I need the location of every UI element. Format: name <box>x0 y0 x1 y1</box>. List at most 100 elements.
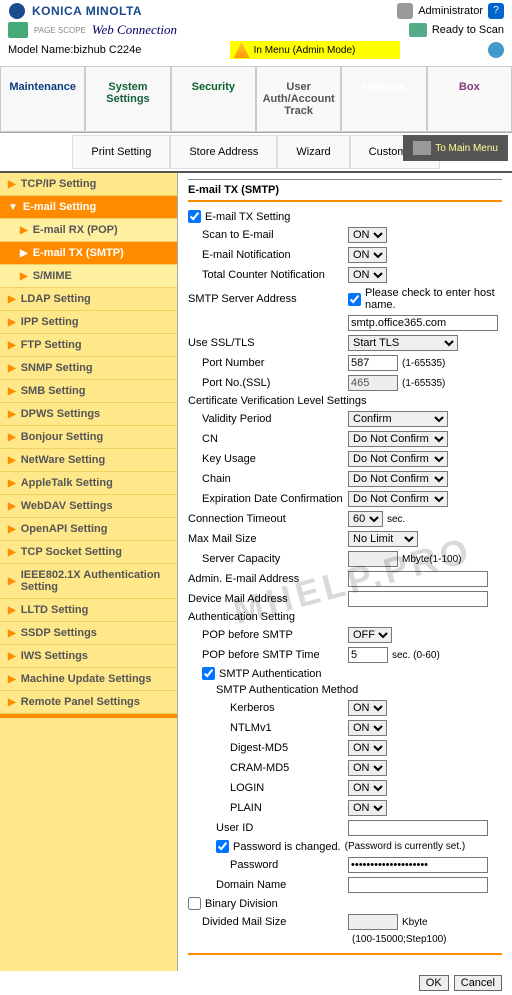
cn-select[interactable]: Do Not Confirm <box>348 431 448 447</box>
chevron-right-icon: ▶ <box>20 271 28 282</box>
sidebar-item[interactable]: ▶Bonjour Setting <box>0 426 177 449</box>
use-ssl-select[interactable]: Start TLS <box>348 335 458 351</box>
validity-period-select[interactable]: Confirm <box>348 411 448 427</box>
ok-button[interactable]: OK <box>419 975 449 991</box>
email-notification-select[interactable]: ON <box>348 247 387 263</box>
sidebar-item[interactable]: ▶TCP/IP Setting <box>0 173 177 196</box>
pop-time-input[interactable] <box>348 647 388 663</box>
password-input[interactable] <box>348 857 488 873</box>
to-main-menu-button[interactable]: To Main Menu <box>403 135 508 161</box>
sidebar-item[interactable]: ▶AppleTalk Setting <box>0 472 177 495</box>
mode-indicator: In Menu (Admin Mode) <box>230 41 400 59</box>
host-name-checkbox[interactable] <box>348 293 361 306</box>
tab-maintenance[interactable]: Maintenance <box>0 66 85 132</box>
model-label: Model Name: <box>8 44 73 56</box>
chevron-right-icon: ▶ <box>8 409 16 420</box>
model-value: bizhub C224e <box>73 44 141 56</box>
divided-mail-size-input <box>348 914 398 930</box>
sidebar-item[interactable]: ▶SSDP Settings <box>0 622 177 645</box>
device-mail-input[interactable] <box>348 591 488 607</box>
chevron-right-icon: ▶ <box>8 674 16 685</box>
max-mail-size-select[interactable]: No Limit <box>348 531 418 547</box>
help-icon[interactable]: ? <box>488 3 504 19</box>
chevron-right-icon: ▶ <box>8 547 16 558</box>
sidebar-subitem[interactable]: ▶S/MIME <box>0 265 177 288</box>
chevron-right-icon: ▶ <box>8 524 16 535</box>
tab-network[interactable]: Network <box>341 66 426 132</box>
sidebar-item[interactable]: ▶DPWS Settings <box>0 403 177 426</box>
sidebar-item[interactable]: ▶LLTD Setting <box>0 599 177 622</box>
sidebar-item[interactable]: ▶WebDAV Settings <box>0 495 177 518</box>
subtab-print-setting[interactable]: Print Setting <box>72 135 170 169</box>
chevron-right-icon: ▶ <box>8 576 16 587</box>
sidebar-item[interactable]: ▶Remote Panel Settings <box>0 691 177 714</box>
chevron-right-icon: ▶ <box>8 501 16 512</box>
chevron-right-icon: ▶ <box>8 605 16 616</box>
tab-user-auth[interactable]: User Auth/Account Track <box>256 66 341 132</box>
expiration-date-select[interactable]: Do Not Confirm <box>348 491 448 507</box>
page-title: E-mail TX (SMTP) <box>188 179 502 196</box>
chevron-right-icon: ▶ <box>8 478 16 489</box>
cram-select[interactable]: ON <box>348 760 387 776</box>
sidebar-item[interactable]: ▶FTP Setting <box>0 334 177 357</box>
pagescope-prefix: PAGE SCOPE <box>34 26 86 35</box>
cancel-button[interactable]: Cancel <box>454 975 502 991</box>
login-select[interactable]: ON <box>348 780 387 796</box>
sidebar-item[interactable]: ▶NetWare Setting <box>0 449 177 472</box>
plain-select[interactable]: ON <box>348 800 387 816</box>
chain-select[interactable]: Do Not Confirm <box>348 471 448 487</box>
sidebar-subitem[interactable]: ▶E-mail RX (POP) <box>0 219 177 242</box>
web-connection-title: Web Connection <box>92 22 177 38</box>
tab-security[interactable]: Security <box>171 66 256 132</box>
timeout-select[interactable]: 60 <box>348 511 383 527</box>
scan-to-email-select[interactable]: ON <box>348 227 387 243</box>
subtab-wizard[interactable]: Wizard <box>277 135 349 169</box>
sidebar-item[interactable]: ▶IPP Setting <box>0 311 177 334</box>
sidebar-item[interactable]: ▶SMB Setting <box>0 380 177 403</box>
warning-icon <box>234 42 250 58</box>
brand: KONICA MINOLTA <box>32 4 142 18</box>
password-changed-checkbox[interactable] <box>216 840 229 853</box>
sidebar-item[interactable]: ▶LDAP Setting <box>0 288 177 311</box>
sidebar-item[interactable]: ▶IWS Settings <box>0 645 177 668</box>
digest-select[interactable]: ON <box>348 740 387 756</box>
refresh-icon[interactable] <box>488 42 504 58</box>
sidebar-subitem[interactable]: ▶E-mail TX (SMTP) <box>0 242 177 265</box>
email-tx-setting-checkbox[interactable] <box>188 210 201 223</box>
sidebar-item[interactable]: ▶SNMP Setting <box>0 357 177 380</box>
binary-division-checkbox[interactable] <box>188 897 201 910</box>
chevron-right-icon: ▶ <box>8 340 16 351</box>
pop-before-smtp-select[interactable]: OFF <box>348 627 392 643</box>
sidebar-item[interactable]: ▼E-mail Setting <box>0 196 177 219</box>
port-number-input[interactable] <box>348 355 398 371</box>
ntlm-select[interactable]: ON <box>348 720 387 736</box>
admin-label: Administrator <box>418 5 483 17</box>
smtp-server-input[interactable] <box>348 315 498 331</box>
sidebar-item[interactable]: ▶IEEE802.1X Authentication Setting <box>0 564 177 599</box>
sidebar-item[interactable]: ▶Machine Update Settings <box>0 668 177 691</box>
scanner-icon <box>409 23 427 37</box>
user-id-input[interactable] <box>348 820 488 836</box>
sidebar-item[interactable]: ▶OpenAPI Setting <box>0 518 177 541</box>
smtp-auth-checkbox[interactable] <box>202 667 215 680</box>
chevron-right-icon: ▶ <box>20 225 28 236</box>
server-capacity-input <box>348 551 398 567</box>
sidebar-item[interactable]: ▶TCP Socket Setting <box>0 541 177 564</box>
key-usage-select[interactable]: Do Not Confirm <box>348 451 448 467</box>
mainmenu-icon <box>413 141 431 155</box>
chevron-right-icon: ▶ <box>8 386 16 397</box>
chevron-right-icon: ▶ <box>8 179 16 190</box>
tab-box[interactable]: Box <box>427 66 512 132</box>
total-counter-select[interactable]: ON <box>348 267 387 283</box>
subtab-store-address[interactable]: Store Address <box>170 135 277 169</box>
user-icon <box>397 3 413 19</box>
admin-email-input[interactable] <box>348 571 488 587</box>
chevron-right-icon: ▼ <box>8 202 18 213</box>
chevron-right-icon: ▶ <box>8 455 16 466</box>
domain-name-input[interactable] <box>348 877 488 893</box>
chevron-right-icon: ▶ <box>8 317 16 328</box>
chevron-right-icon: ▶ <box>8 432 16 443</box>
chevron-right-icon: ▶ <box>8 363 16 374</box>
tab-system-settings[interactable]: System Settings <box>85 66 170 132</box>
kerberos-select[interactable]: ON <box>348 700 387 716</box>
